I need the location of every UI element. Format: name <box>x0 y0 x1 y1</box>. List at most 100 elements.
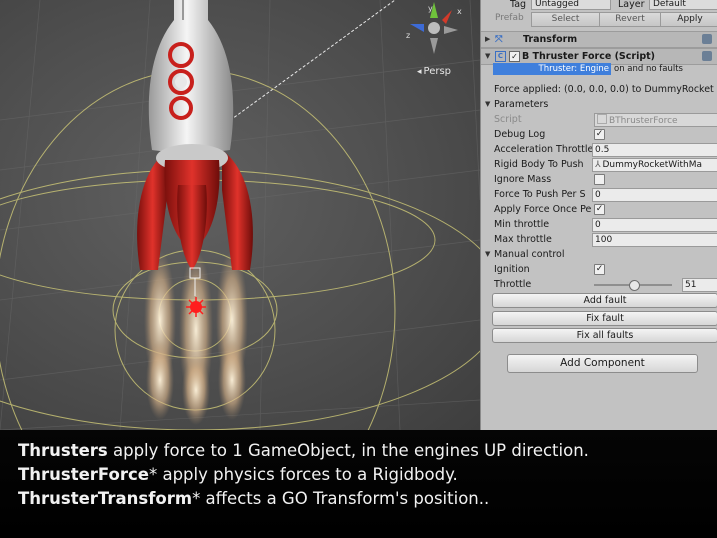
ignore-mass-label: Ignore Mass <box>494 174 552 185</box>
debug-log-checkbox[interactable]: ✓ <box>594 129 605 140</box>
selection-line <box>209 0 396 136</box>
accel-throttle-row: Acceleration Throttle 0.5 <box>481 142 717 157</box>
ignition-checkbox[interactable]: ✓ <box>594 264 605 275</box>
caption-line-1-text: apply force to 1 GameObject, in the engi… <box>107 441 589 460</box>
orientation-gizmo[interactable]: y x z <box>406 2 462 54</box>
status-highlight: Thruster: Engine <box>493 63 611 75</box>
select-label: Select <box>551 14 580 24</box>
force-push-row: Force To Push Per S 0 <box>481 187 717 202</box>
status-text: on and no faults <box>614 64 683 74</box>
max-throttle-label: Max throttle <box>494 234 552 245</box>
rigid-body-field[interactable]: ⅄ DummyRocketWithMa <box>592 158 717 172</box>
scene-canvas: y x z <box>0 0 480 430</box>
scene-view[interactable]: y x z ◂ Persp <box>0 0 480 430</box>
script-row: Script BThrusterForce <box>481 112 717 127</box>
add-fault-label: Add fault <box>583 295 627 306</box>
min-throttle-field[interactable]: 0 <box>592 218 717 232</box>
layer-value: Default <box>653 0 686 9</box>
tag-label: Tag <box>510 0 527 10</box>
svg-text:x: x <box>457 7 462 16</box>
throttle-slider[interactable] <box>594 280 672 291</box>
fix-fault-label: Fix fault <box>586 313 624 324</box>
prefab-select-button[interactable]: Select <box>531 12 600 27</box>
debug-log-row: Debug Log ✓ <box>481 127 717 142</box>
transform-header[interactable]: ▶ ⤧ Transform <box>481 31 717 48</box>
fix-all-faults-button[interactable]: Fix all faults <box>492 328 717 343</box>
min-throttle-label: Min throttle <box>494 219 550 230</box>
fix-fault-button[interactable]: Fix fault <box>492 311 717 326</box>
max-throttle-value: 100 <box>595 235 613 245</box>
accel-throttle-field[interactable]: 0.5 <box>592 143 717 157</box>
throttle-value: 51 <box>685 280 697 290</box>
view-arrow-icon: ◂ <box>417 67 422 77</box>
persp-label: Persp <box>423 66 452 77</box>
throttle-slider-knob[interactable] <box>629 280 640 291</box>
layer-label: Layer <box>618 0 645 10</box>
add-fault-button[interactable]: Add fault <box>492 293 717 308</box>
min-throttle-value: 0 <box>595 220 601 230</box>
add-component-button[interactable]: Add Component <box>507 354 698 373</box>
caption-line-1: Thrusters apply force to 1 GameObject, i… <box>18 441 589 460</box>
throttle-field[interactable]: 51 <box>682 278 717 292</box>
ignore-mass-checkbox[interactable] <box>594 174 605 185</box>
ignition-row: Ignition ✓ <box>481 262 717 277</box>
inspector-panel: Tag Untagged Layer Default Prefab Select… <box>480 0 717 430</box>
status-bar: Thruster: Engine on and no faults <box>481 63 717 75</box>
caption-line-2: ThrusterForce* apply physics forces to a… <box>18 465 458 484</box>
script-field: BThrusterForce <box>594 113 717 127</box>
caption-line-2-text: * apply physics forces to a Rigidbody. <box>148 465 458 484</box>
manual-control-foldout[interactable]: ▼ Manual control <box>481 247 717 262</box>
layer-dropdown[interactable]: Default <box>649 0 717 10</box>
component-enabled-checkbox[interactable]: ✓ <box>509 51 520 62</box>
tag-layer-row: Tag Untagged Layer Default <box>481 0 717 10</box>
rigid-body-label: Rigid Body To Push <box>494 159 584 170</box>
tag-dropdown[interactable]: Untagged <box>531 0 611 10</box>
prefab-revert-button[interactable]: Revert <box>599 12 661 27</box>
apply-once-row: Apply Force Once Pe ✓ <box>481 202 717 217</box>
object-icon: ⅄ <box>595 160 601 170</box>
caption-area: Thrusters apply force to 1 GameObject, i… <box>0 430 717 538</box>
throttle-row: Throttle 51 <box>481 277 717 292</box>
help-icon[interactable] <box>702 34 712 44</box>
component-help-icon[interactable] <box>702 51 712 61</box>
revert-label: Revert <box>615 14 645 24</box>
view-mode-label[interactable]: ◂ Persp <box>417 66 451 77</box>
accel-throttle-value: 0.5 <box>595 145 610 155</box>
force-applied-row: Force applied: (0.0, 0.0, 0.0) to DummyR… <box>481 82 717 97</box>
component-title: B Thruster Force (Script) <box>522 51 656 62</box>
script-label: Script <box>494 114 522 125</box>
accel-throttle-label: Acceleration Throttle <box>494 144 594 155</box>
transform-title: Transform <box>523 34 578 45</box>
max-throttle-field[interactable]: 100 <box>592 233 717 247</box>
throttle-label: Throttle <box>494 279 532 290</box>
apply-once-label: Apply Force Once Pe <box>494 204 592 215</box>
transform-icon: ⤧ <box>495 34 503 45</box>
min-throttle-row: Min throttle 0 <box>481 217 717 232</box>
svg-text:z: z <box>406 31 410 40</box>
force-push-label: Force To Push Per S <box>494 189 586 200</box>
manual-triangle-icon: ▼ <box>485 250 491 258</box>
prefab-apply-button[interactable]: Apply <box>660 12 717 27</box>
script-file-icon <box>597 114 607 124</box>
caption-line-2-bold: ThrusterForce <box>18 465 149 484</box>
parameters-foldout[interactable]: ▼ Parameters <box>481 97 717 112</box>
caption-line-1-bold: Thrusters <box>18 441 108 460</box>
force-applied-text: Force applied: (0.0, 0.0, 0.0) to DummyR… <box>494 84 714 95</box>
ignore-mass-row: Ignore Mass <box>481 172 717 187</box>
apply-once-checkbox[interactable]: ✓ <box>594 204 605 215</box>
parameters-header: Parameters <box>494 99 549 110</box>
force-push-field[interactable]: 0 <box>592 188 717 202</box>
svg-text:y: y <box>428 4 433 13</box>
force-push-value: 0 <box>595 190 601 200</box>
rigid-body-value: DummyRocketWithMa <box>602 160 702 170</box>
max-throttle-row: Max throttle 100 <box>481 232 717 247</box>
debug-log-label: Debug Log <box>494 129 546 140</box>
exhaust-smoke <box>144 250 248 425</box>
collapse-triangle-icon: ▼ <box>485 52 491 60</box>
tag-value: Untagged <box>535 0 580 9</box>
caption-line-3: ThrusterTransform* affects a GO Transfor… <box>18 489 489 508</box>
apply-label: Apply <box>677 14 703 24</box>
manual-control-header: Manual control <box>494 249 565 260</box>
prefab-label: Prefab <box>495 13 524 23</box>
ignition-label: Ignition <box>494 264 530 275</box>
